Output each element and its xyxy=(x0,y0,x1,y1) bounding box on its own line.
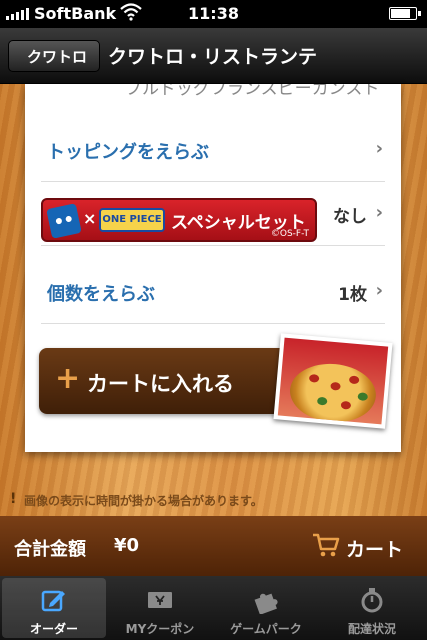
plus-icon: + xyxy=(55,361,81,396)
tab-my-coupon[interactable]: MYクーポン xyxy=(108,578,212,638)
total-bar: 合計金額 ¥0 カート xyxy=(0,516,427,576)
dominos-logo-icon xyxy=(46,203,82,239)
tab-label: ゲームパーク xyxy=(230,622,302,636)
onepiece-logo: ONE PIECE xyxy=(99,208,165,232)
quantity-label: 個数をえらぶ xyxy=(47,284,155,305)
tab-order[interactable]: オーダー xyxy=(2,578,106,638)
clipped-previous-row: ブルドッグフランスピーカンスト xyxy=(125,84,380,96)
tab-label: 配達状況 xyxy=(347,622,396,636)
battery-icon xyxy=(389,7,421,20)
special-set-value: なし xyxy=(333,207,367,227)
tab-game-park[interactable]: ゲームパーク xyxy=(214,578,318,638)
chevron-right-icon: › xyxy=(375,138,383,159)
cart-button[interactable]: カート xyxy=(346,535,403,562)
order-icon xyxy=(40,586,68,614)
toppings-row[interactable]: トッピングをえらぶ › xyxy=(41,118,385,182)
tab-label: MYクーポン xyxy=(125,622,195,636)
tab-bar: オーダー MYクーポン ゲームパーク 配達状況 xyxy=(0,576,427,640)
clock: 11:38 xyxy=(188,4,239,23)
chevron-right-icon: › xyxy=(375,202,383,223)
special-set-banner: × ONE PIECE スペシャルセット ©OS-F-T xyxy=(41,198,317,242)
navigation-bar: クワトロ クワトロ・リストランテ xyxy=(0,28,427,84)
tab-label: オーダー xyxy=(29,622,78,636)
notice-text: 画像の表示に時間が掛かる場合があります。 xyxy=(24,494,263,508)
quantity-row[interactable]: 個数をえらぶ 1枚 › xyxy=(41,260,385,324)
cart-icon[interactable] xyxy=(312,532,340,562)
total-amount: ¥0 xyxy=(114,535,140,556)
special-set-row[interactable]: × ONE PIECE スペシャルセット ©OS-F-T なし › xyxy=(41,182,385,246)
page-title: クワトロ・リストランテ xyxy=(108,46,318,68)
status-bar: SoftBank 11:38 xyxy=(0,0,427,28)
loading-notice: ! 画像の表示に時間が掛かる場合があります。 xyxy=(0,482,427,516)
total-label: 合計金額 xyxy=(14,539,86,560)
options-card: ブルドッグフランスピーカンスト トッピングをえらぶ › × ONE PIECE … xyxy=(25,84,401,452)
coupon-icon xyxy=(146,586,174,614)
toppings-label: トッピングをえらぶ xyxy=(47,142,209,163)
puzzle-icon xyxy=(252,586,280,615)
add-to-cart-button[interactable]: + カートに入れる xyxy=(39,333,393,429)
add-to-cart-label: カートに入れる xyxy=(87,372,234,396)
back-button[interactable]: クワトロ xyxy=(8,40,101,72)
stopwatch-icon xyxy=(358,586,386,614)
pizza-photo xyxy=(273,333,393,429)
exclamation-icon: ! xyxy=(10,491,17,507)
chevron-right-icon: › xyxy=(375,280,383,301)
tab-delivery-status[interactable]: 配達状況 xyxy=(320,578,424,638)
quantity-value: 1枚 xyxy=(338,285,367,305)
copyright-text: ©OS-F-T xyxy=(270,229,309,239)
wood-background: ブルドッグフランスピーカンスト トッピングをえらぶ › × ONE PIECE … xyxy=(0,84,427,516)
